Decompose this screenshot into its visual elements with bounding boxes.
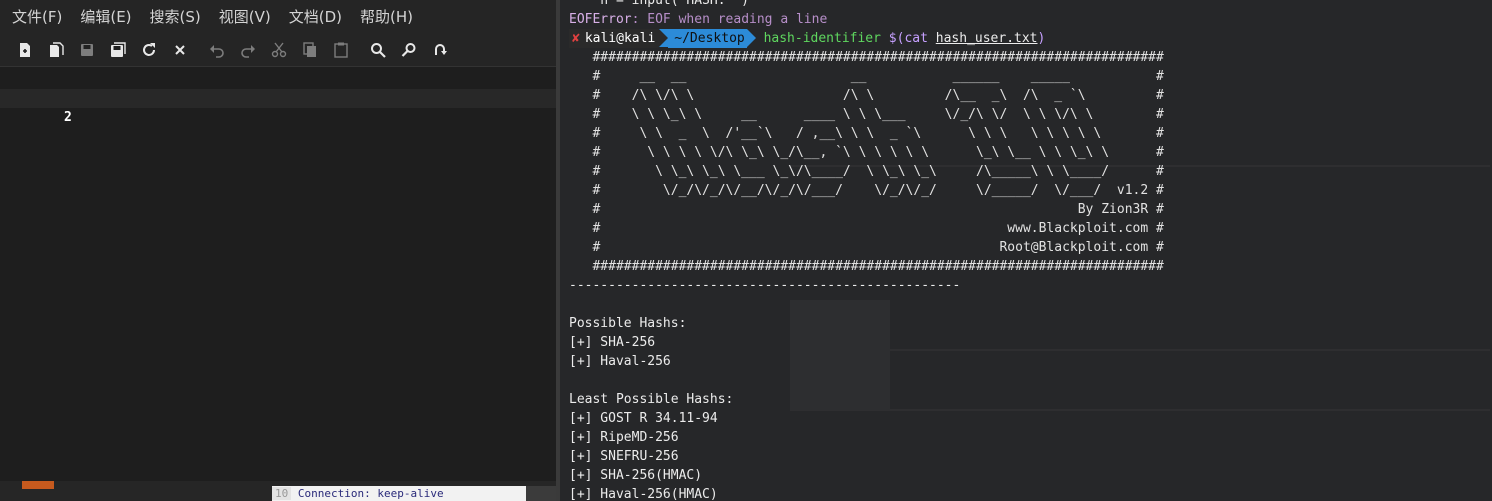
text-editor-window: 文件(F) 编辑(E) 搜索(S) 视图(V) 文档(D) 帮助(H) 2 bbox=[0, 0, 574, 501]
banner-line: # __ __ __ ______ _____ # bbox=[569, 69, 1164, 84]
least-possible-hash-item: [+] Haval-256(HMAC) bbox=[569, 487, 718, 501]
paste-icon[interactable] bbox=[330, 39, 352, 61]
prompt-separator-icon bbox=[659, 29, 669, 47]
menu-help[interactable]: 帮助(H) bbox=[360, 6, 413, 27]
prompt-directory: ~/Desktop bbox=[668, 29, 747, 48]
error-status-icon: ✘ bbox=[569, 29, 583, 48]
possible-hashes-title: Possible Hashs: bbox=[569, 316, 687, 331]
banner-line: # /\ \/\ \ /\ \ /\__ _\ /\ _ `\ # bbox=[569, 88, 1164, 103]
terminal-error-line: EOFError: EOF when reading a line bbox=[569, 10, 827, 29]
banner-line: # Root@Blackploit.com # bbox=[569, 240, 1164, 255]
banner-line: # \ \ \ \ \/\ \_\ \_/\__, `\ \ \ \ \ \ \… bbox=[569, 145, 1164, 160]
cut-icon[interactable] bbox=[268, 39, 290, 61]
new-copy-icon[interactable] bbox=[45, 39, 67, 61]
toolbar bbox=[0, 33, 560, 67]
background-window-snippet: 10 Connection: keep-alive bbox=[272, 486, 526, 501]
search-icon[interactable] bbox=[367, 39, 389, 61]
banner-line: # \ \ \_\ \ __ ____ \ \ \___ \/_/\ \/ \ … bbox=[569, 107, 1164, 122]
least-possible-hashes-title: Least Possible Hashs: bbox=[569, 392, 734, 407]
terminal-window[interactable]: h = input("HASH: ") EOFError: EOF when r… bbox=[560, 0, 1492, 501]
line-number: 10 bbox=[272, 487, 292, 500]
reload-icon[interactable] bbox=[138, 39, 160, 61]
command-substitution-open: $(cat bbox=[880, 31, 936, 46]
menu-search[interactable]: 搜索(S) bbox=[150, 6, 201, 27]
request-header-text: Connection: keep-alive bbox=[297, 487, 444, 500]
error-type: EOFError bbox=[569, 12, 632, 27]
redo-icon[interactable] bbox=[237, 39, 259, 61]
banner-line: ########################################… bbox=[569, 50, 1164, 65]
editor-line-current: 2 bbox=[0, 89, 558, 125]
least-possible-hash-item: [+] GOST R 34.11-94 bbox=[569, 411, 718, 426]
taskbar-indicator bbox=[22, 481, 54, 489]
separator-line: ----------------------------------------… bbox=[569, 278, 961, 293]
undo-icon[interactable] bbox=[206, 39, 228, 61]
editor-line: 1ab5db915fc9cea6c78df88106c6500c57f2b529… bbox=[0, 70, 574, 106]
code-snippet-text: h = input("HASH: ") bbox=[569, 0, 750, 8]
menu-edit[interactable]: 编辑(E) bbox=[80, 6, 131, 27]
terminal-line: h = input("HASH: ") bbox=[569, 0, 749, 10]
banner-line: # www.Blackploit.com # bbox=[569, 221, 1164, 236]
close-icon[interactable] bbox=[169, 39, 191, 61]
banner-line: # \ \ _ \ /'__`\ / ,__\ \ \ _ `\ \ \ \ \… bbox=[569, 126, 1164, 141]
prompt-separator-icon bbox=[746, 29, 756, 47]
find-replace-icon[interactable] bbox=[398, 39, 420, 61]
copy-icon[interactable] bbox=[299, 39, 321, 61]
menu-document[interactable]: 文档(D) bbox=[289, 6, 342, 27]
shell-prompt-line: ✘ kali@kali ~/Desktop hash-identifier $(ca… bbox=[569, 29, 1045, 48]
jump-icon[interactable] bbox=[429, 39, 451, 61]
command-argument: hash_user.txt bbox=[935, 31, 1038, 46]
menu-bar: 文件(F) 编辑(E) 搜索(S) 视图(V) 文档(D) 帮助(H) bbox=[0, 0, 560, 33]
possible-hash-item: [+] SHA-256 bbox=[569, 335, 656, 350]
new-file-icon[interactable] bbox=[14, 39, 36, 61]
banner-line: # \/_/\/_/\/__/\/_/\/___/ \/_/\/_/ \/___… bbox=[569, 183, 1164, 198]
possible-hash-item: [+] Haval-256 bbox=[569, 354, 671, 369]
menu-view[interactable]: 视图(V) bbox=[219, 6, 271, 27]
banner-line: ########################################… bbox=[569, 259, 1164, 274]
background-window-edge bbox=[526, 486, 556, 501]
command-name: hash-identifier bbox=[763, 31, 881, 46]
banner-line: # By Zion3R # bbox=[569, 202, 1164, 217]
line-number: 2 bbox=[63, 110, 72, 125]
save-all-icon[interactable] bbox=[107, 39, 129, 61]
menu-file[interactable]: 文件(F) bbox=[12, 6, 62, 27]
banner-line: # \ \_\ \_\ \___ \_\/\____/ \ \_\ \_\ /\… bbox=[569, 164, 1164, 179]
least-possible-hash-item: [+] SNEFRU-256 bbox=[569, 449, 679, 464]
error-message: : EOF when reading a line bbox=[631, 12, 828, 27]
prompt-user: kali@kali bbox=[582, 29, 660, 48]
command-substitution-close: ) bbox=[1037, 31, 1046, 46]
least-possible-hash-item: [+] RipeMD-256 bbox=[569, 430, 679, 445]
save-icon[interactable] bbox=[76, 39, 98, 61]
least-possible-hash-item: [+] SHA-256(HMAC) bbox=[569, 468, 703, 483]
editor-text-area[interactable]: 1ab5db915fc9cea6c78df88106c6500c57f2b529… bbox=[0, 68, 574, 481]
